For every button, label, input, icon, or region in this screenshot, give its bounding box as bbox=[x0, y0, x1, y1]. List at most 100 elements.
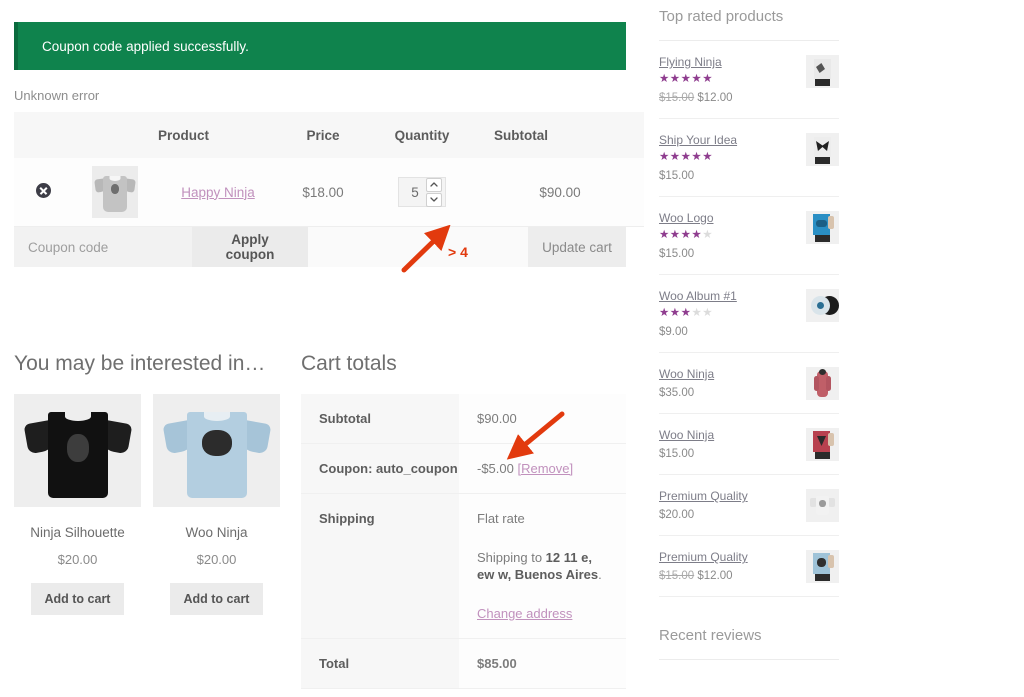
header-price: Price bbox=[278, 112, 368, 158]
shipping-to-suffix: . bbox=[598, 567, 602, 582]
product-name-link[interactable]: Happy Ninja bbox=[181, 185, 255, 200]
cart-totals-table: Subtotal $90.00 Coupon: auto_coupon -$5.… bbox=[301, 394, 626, 689]
upsells-grid: Ninja Silhouette $20.00 Add to cart Woo … bbox=[14, 394, 280, 615]
coupon-row-spacer bbox=[308, 227, 528, 267]
sidebar-product-price: $15.00 $12.00 bbox=[659, 91, 798, 105]
header-quantity: Quantity bbox=[368, 112, 476, 158]
list-item[interactable]: Woo Album #1 ★★★★★ $9.00 bbox=[659, 275, 839, 353]
star-rating-icon: ★★★★★ bbox=[659, 229, 714, 241]
sidebar-product-price: $15.00 bbox=[659, 169, 798, 183]
shipping-method: Flat rate bbox=[477, 511, 525, 526]
quantity-increment-icon[interactable] bbox=[426, 177, 442, 192]
cell-price: $18.00 bbox=[278, 158, 368, 227]
coupon-actions-row: Apply coupon Update cart bbox=[14, 227, 626, 267]
sidebar-product-link[interactable]: Flying Ninja bbox=[659, 55, 798, 69]
list-item[interactable]: Woo Ninja $15.00 bbox=[659, 414, 839, 475]
cart-header-row: Product Price Quantity Subtotal bbox=[14, 112, 644, 158]
woo-album-thumb[interactable] bbox=[806, 289, 839, 322]
header-thumbnail bbox=[72, 112, 158, 158]
upsells-section: You may be interested in… Ninja Silhouet… bbox=[14, 352, 280, 615]
old-price: $15.00 bbox=[659, 92, 695, 104]
current-price: $15.00 bbox=[659, 248, 695, 260]
list-item[interactable]: Premium Quality $20.00 bbox=[659, 475, 839, 536]
old-price: $15.00 bbox=[659, 570, 695, 582]
current-price: $20.00 bbox=[659, 509, 695, 521]
woo-ninja-hoodie-thumb[interactable] bbox=[806, 367, 839, 400]
upsell-product-price: $20.00 bbox=[196, 552, 237, 567]
woo-logo-thumb[interactable] bbox=[806, 211, 839, 244]
sidebar-product-price: $9.00 bbox=[659, 325, 798, 339]
cart-totals-section: Cart totals Subtotal $90.00 Coupon: auto… bbox=[301, 352, 626, 689]
shipping-value-cell: Flat rate Shipping to 12 11 e, ew w, Bue… bbox=[459, 493, 626, 639]
widget-divider bbox=[659, 659, 839, 660]
totals-row-total: Total $85.00 bbox=[301, 638, 626, 689]
sidebar-product-link[interactable]: Ship Your Idea bbox=[659, 133, 798, 147]
coupon-discount-value: -$5.00 bbox=[477, 461, 514, 476]
quantity-decrement-icon[interactable] bbox=[426, 192, 442, 207]
list-item[interactable]: Ninja Silhouette $20.00 Add to cart bbox=[14, 394, 141, 615]
cell-product: Happy Ninja bbox=[158, 158, 278, 227]
sidebar-product-link[interactable]: Woo Logo bbox=[659, 211, 798, 225]
premium-blue-thumb[interactable] bbox=[806, 550, 839, 583]
woo-ninja-red-thumb[interactable] bbox=[806, 428, 839, 461]
main-content-column: Coupon code applied successfully. Unknow… bbox=[14, 0, 644, 689]
subtotal-value: $90.00 bbox=[459, 394, 626, 444]
current-price: $35.00 bbox=[659, 387, 695, 399]
list-item[interactable]: Flying Ninja ★★★★★ $15.00 $12.00 bbox=[659, 41, 839, 119]
cell-quantity: 5 bbox=[368, 158, 476, 227]
star-rating-icon: ★★★★★ bbox=[659, 73, 714, 85]
premium-white-thumb[interactable] bbox=[806, 489, 839, 522]
table-row: Happy Ninja $18.00 5 $90.00 bbox=[14, 158, 644, 227]
list-item[interactable]: Woo Logo ★★★★★ $15.00 bbox=[659, 197, 839, 275]
update-cart-button[interactable]: Update cart bbox=[528, 227, 626, 267]
list-item[interactable]: Premium Quality $15.00 $12.00 bbox=[659, 536, 839, 597]
coupon-code-input[interactable] bbox=[14, 227, 192, 267]
shipping-label: Shipping bbox=[301, 493, 459, 639]
sidebar-product-link[interactable]: Woo Album #1 bbox=[659, 289, 798, 303]
cell-subtotal: $90.00 bbox=[476, 158, 644, 227]
sidebar-product-price: $15.00 bbox=[659, 247, 798, 261]
current-price: $15.00 bbox=[659, 170, 695, 182]
apply-coupon-button[interactable]: Apply coupon bbox=[192, 227, 308, 267]
black-tshirt-photo[interactable] bbox=[14, 394, 141, 507]
sidebar-product-link[interactable]: Premium Quality bbox=[659, 550, 798, 564]
add-to-cart-button[interactable]: Add to cart bbox=[169, 583, 264, 615]
upsell-product-name: Woo Ninja bbox=[185, 525, 248, 540]
cart-table-body: Happy Ninja $18.00 5 $90.00 bbox=[14, 158, 644, 227]
upsell-product-price: $20.00 bbox=[57, 552, 98, 567]
cell-thumbnail bbox=[72, 158, 158, 227]
flying-ninja-thumb[interactable] bbox=[806, 55, 839, 88]
totals-row-coupon: Coupon: auto_coupon -$5.00 [Remove] bbox=[301, 443, 626, 494]
sidebar-product-price: $35.00 bbox=[659, 386, 798, 400]
sidebar-product-link[interactable]: Premium Quality bbox=[659, 489, 798, 503]
remove-x-icon[interactable] bbox=[35, 183, 51, 198]
sidebar-product-link[interactable]: Woo Ninja bbox=[659, 428, 798, 442]
remove-coupon-link[interactable]: [Remove] bbox=[518, 461, 574, 476]
sidebar: Top rated products Flying Ninja ★★★★★ $1… bbox=[659, 0, 839, 660]
list-item[interactable]: Ship Your Idea ★★★★★ $15.00 bbox=[659, 119, 839, 197]
change-address-link[interactable]: Change address bbox=[477, 605, 572, 622]
top-rated-products-title: Top rated products bbox=[659, 8, 784, 25]
light-blue-tshirt-photo[interactable] bbox=[153, 394, 280, 507]
quantity-input[interactable]: 5 bbox=[405, 185, 425, 200]
subtotal-label: Subtotal bbox=[301, 394, 459, 444]
coupon-success-message: Coupon code applied successfully. bbox=[42, 39, 249, 54]
sidebar-product-price: $15.00 $12.00 bbox=[659, 569, 798, 583]
sidebar-product-price: $15.00 bbox=[659, 447, 798, 461]
ship-your-idea-thumb[interactable] bbox=[806, 133, 839, 166]
list-item[interactable]: Woo Ninja $20.00 Add to cart bbox=[153, 394, 280, 615]
shipping-to-prefix: Shipping to bbox=[477, 550, 546, 565]
cart-totals-title: Cart totals bbox=[301, 352, 397, 375]
quantity-stepper[interactable]: 5 bbox=[398, 177, 446, 207]
recent-reviews-title: Recent reviews bbox=[659, 627, 762, 644]
sidebar-product-link[interactable]: Woo Ninja bbox=[659, 367, 798, 381]
top-rated-products-list: Flying Ninja ★★★★★ $15.00 $12.00 Ship Yo… bbox=[659, 41, 839, 597]
list-item[interactable]: Woo Ninja $35.00 bbox=[659, 353, 839, 414]
star-rating-icon: ★★★★★ bbox=[659, 151, 714, 163]
cell-remove bbox=[14, 158, 72, 227]
cart-table: Product Price Quantity Subtotal Happy Ni… bbox=[14, 112, 644, 227]
product-thumbnail-grey-tshirt[interactable] bbox=[92, 166, 138, 218]
upsell-product-name: Ninja Silhouette bbox=[30, 525, 125, 540]
add-to-cart-button[interactable]: Add to cart bbox=[30, 583, 125, 615]
current-price: $12.00 bbox=[697, 570, 733, 582]
